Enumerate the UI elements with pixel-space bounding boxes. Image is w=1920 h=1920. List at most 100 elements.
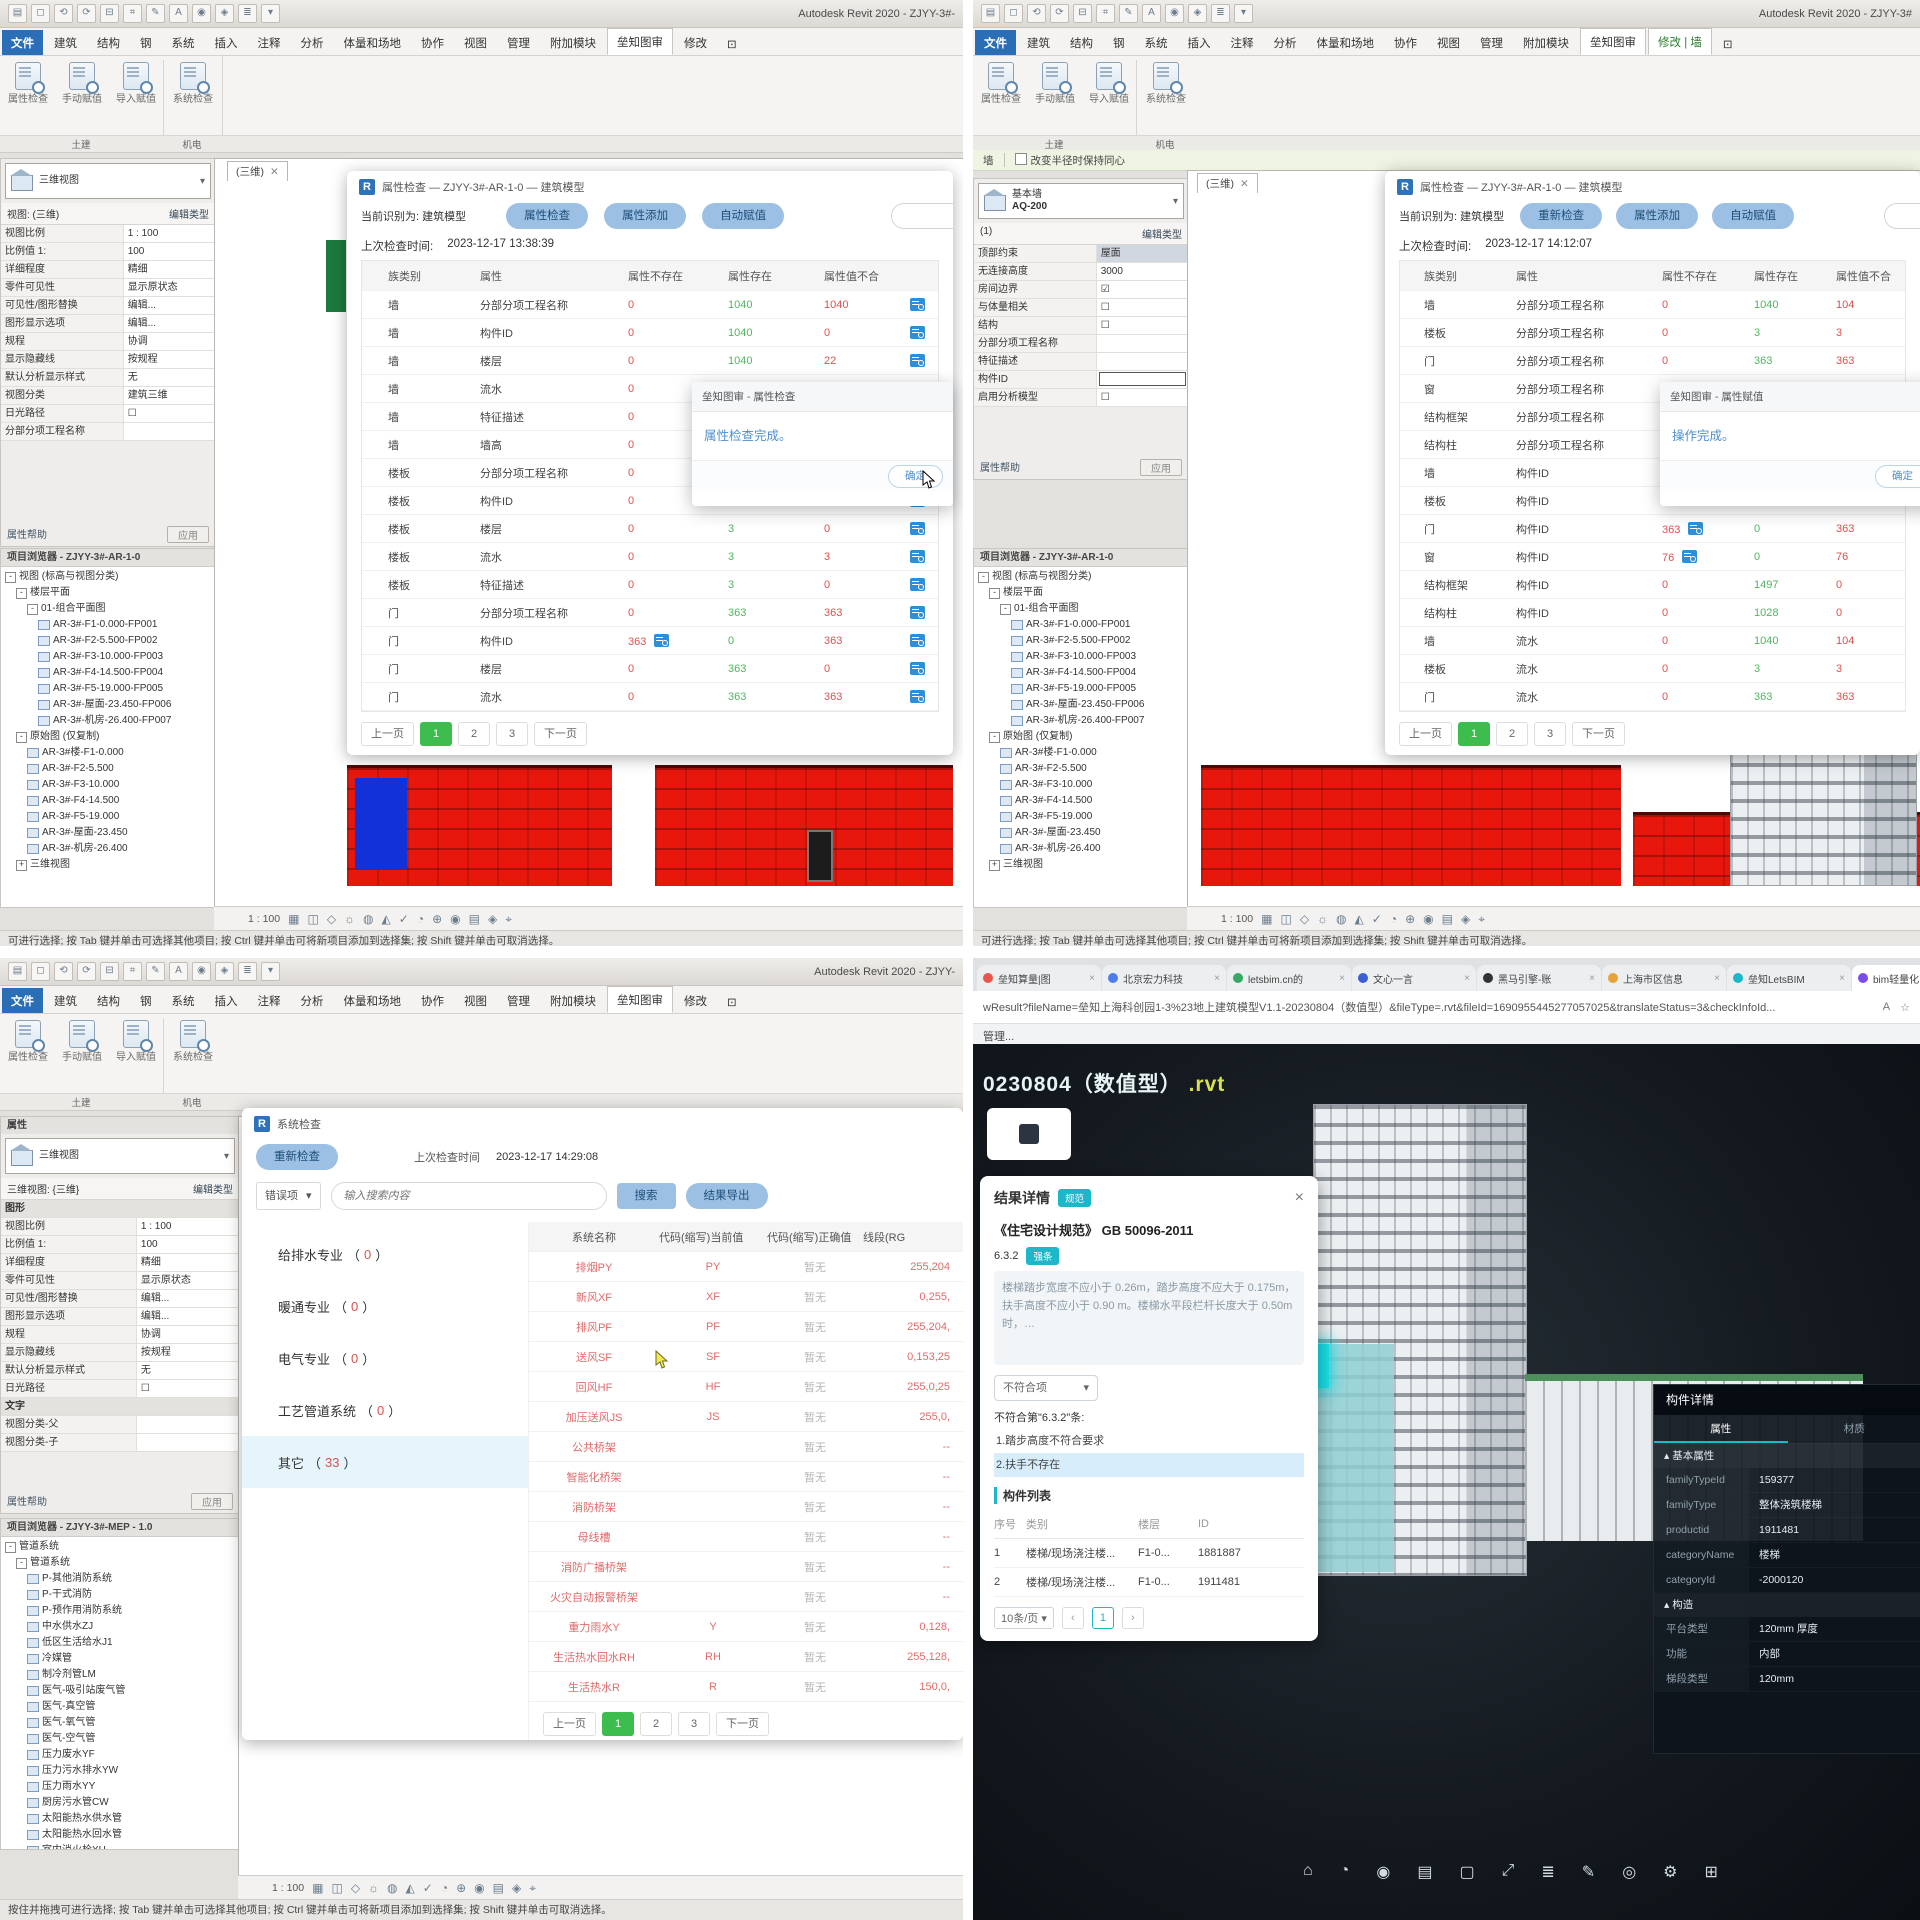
- qat-icon[interactable]: ✎: [146, 962, 165, 981]
- tree-item[interactable]: - 楼层平面: [1, 585, 215, 601]
- markup-icon[interactable]: ✎: [1582, 1862, 1595, 1882]
- qat-icon[interactable]: ▤: [981, 4, 1000, 23]
- view-control-icon[interactable]: ◈: [512, 1881, 521, 1896]
- qat-icon[interactable]: ⟲: [54, 4, 73, 23]
- property-row[interactable]: 启用分析模型 ☐: [974, 389, 1188, 407]
- tree-item[interactable]: AR-3#-机房-26.400: [974, 841, 1188, 857]
- view-control-icon[interactable]: ◍: [1336, 912, 1346, 927]
- property-row[interactable]: 可见性/图形替换 编辑...: [1, 297, 215, 315]
- table-row[interactable]: 回风HF HF 暂无 255,0,25: [529, 1372, 963, 1402]
- property-row[interactable]: 日光路径 ☐: [1, 1380, 239, 1398]
- view-tab[interactable]: (三维) ✕: [227, 161, 288, 181]
- tree-item[interactable]: AR-3#-F4-14.500: [1, 793, 215, 809]
- property-check-button[interactable]: 属性检查: [2, 1018, 54, 1064]
- view-scale[interactable]: 1 : 100: [1221, 913, 1253, 925]
- table-row[interactable]: 门 构件ID 363 0 363: [1400, 515, 1905, 543]
- property-check-button[interactable]: 属性检查: [2, 60, 54, 106]
- tree-item[interactable]: 医气-空气管: [1, 1731, 239, 1747]
- properties-help-link[interactable]: 属性帮助: [980, 459, 1020, 476]
- property-value[interactable]: 显示原状态: [137, 1272, 239, 1289]
- table-row[interactable]: 楼板 分部分项工程名称 0 3 3: [1400, 319, 1905, 347]
- ribbon-tab[interactable]: 协作: [412, 30, 453, 55]
- qat-icon[interactable]: ≣: [238, 4, 257, 23]
- tree-item[interactable]: AR-3#楼-F1-0.000: [1, 745, 215, 761]
- property-row[interactable]: 视图分类-子: [1, 1434, 239, 1452]
- view-control-icon[interactable]: ◉: [450, 912, 460, 927]
- detail-icon[interactable]: [910, 606, 925, 619]
- property-value[interactable]: 100: [124, 243, 215, 260]
- tab-close-icon[interactable]: ×: [1089, 973, 1095, 984]
- qat-icon[interactable]: ▤: [8, 962, 27, 981]
- fail-item[interactable]: 1.踏步高度不符合要求: [994, 1429, 1304, 1453]
- tree-item[interactable]: 冷媒管: [1, 1651, 239, 1667]
- ribbon-tab[interactable]: 体量和场地: [335, 988, 411, 1013]
- tree-expander-icon[interactable]: -: [16, 588, 27, 599]
- list-icon[interactable]: ≣: [1541, 1862, 1554, 1882]
- view-control-icon[interactable]: ☼: [368, 1881, 379, 1896]
- tab-close-icon[interactable]: ×: [1589, 973, 1595, 984]
- property-value[interactable]: 1 : 100: [137, 1218, 239, 1235]
- property-value[interactable]: ☐: [1097, 389, 1188, 406]
- tab-close-icon[interactable]: ×: [1214, 973, 1220, 984]
- tree-item[interactable]: AR-3#-F3-10.000: [1, 777, 215, 793]
- property-value[interactable]: 精细: [137, 1254, 239, 1271]
- property-row[interactable]: 比例值 1: 100: [1, 1236, 239, 1254]
- view-tab[interactable]: (三维) ✕: [1197, 173, 1258, 193]
- locate-icon[interactable]: ◎: [1622, 1862, 1636, 1882]
- page-button[interactable]: 上一页: [543, 1712, 596, 1736]
- tree-item[interactable]: 室内消火栓XH: [1, 1843, 239, 1849]
- property-row[interactable]: 图形: [1, 1200, 239, 1218]
- property-value[interactable]: [137, 1416, 239, 1433]
- page-button[interactable]: 3: [1534, 722, 1566, 746]
- browser-tab[interactable]: letsbim.cn的 ×: [1227, 965, 1351, 991]
- property-row[interactable]: 零件可见性 显示原状态: [1, 1272, 239, 1290]
- table-row[interactable]: 门 楼层 0 363 0: [362, 655, 938, 683]
- manual-assign-button[interactable]: 手动赋值: [56, 60, 108, 106]
- view-control-icon[interactable]: ✓: [1372, 912, 1382, 927]
- ribbon-tab[interactable]: 垒知图审: [607, 28, 673, 55]
- tree-item[interactable]: AR-3#-F3-10.000: [974, 777, 1188, 793]
- page-button[interactable]: 3: [496, 722, 528, 746]
- table-row[interactable]: 智能化桥架 暂无 --: [529, 1462, 963, 1492]
- property-value[interactable]: [1097, 353, 1188, 370]
- model-thumbnail-card[interactable]: [987, 1108, 1071, 1160]
- property-value[interactable]: 编辑...: [137, 1308, 239, 1325]
- tree-item[interactable]: 厨房污水管CW: [1, 1795, 239, 1811]
- ribbon-tab[interactable]: 插入: [206, 988, 247, 1013]
- ribbon-tab[interactable]: 视图: [455, 30, 496, 55]
- tab-close-icon[interactable]: ×: [1839, 973, 1845, 984]
- qat-icon[interactable]: ≣: [1211, 4, 1230, 23]
- property-value[interactable]: 编辑...: [124, 297, 215, 314]
- qat-icon[interactable]: ⊟: [1073, 4, 1092, 23]
- property-row[interactable]: 特征描述: [974, 353, 1188, 371]
- view-control-icon[interactable]: ◫: [1280, 912, 1291, 927]
- qat-icon[interactable]: A: [169, 962, 188, 981]
- tree-expander-icon[interactable]: -: [5, 1542, 16, 1553]
- property-row[interactable]: 显示隐藏线 按规程: [1, 1344, 239, 1362]
- qat-icon[interactable]: ≣: [238, 962, 257, 981]
- detail-icon[interactable]: [910, 578, 925, 591]
- table-row[interactable]: 窗 构件ID 76 0 76: [1400, 543, 1905, 571]
- drawing-elevation-red[interactable]: [1201, 765, 1621, 886]
- prev-page-button[interactable]: ‹: [1062, 1607, 1084, 1629]
- property-value[interactable]: 协调: [137, 1326, 239, 1343]
- tree-item[interactable]: 压力雨水YY: [1, 1779, 239, 1795]
- ribbon-tab[interactable]: 系统: [163, 988, 204, 1013]
- detail-icon[interactable]: [654, 634, 669, 647]
- component-row[interactable]: 1 楼梯/现场浇注楼... F1-0... 1881887: [994, 1539, 1304, 1568]
- browser-tab[interactable]: 垒知算量|图 ×: [977, 965, 1101, 991]
- grid-icon[interactable]: ⊞: [1705, 1862, 1718, 1882]
- tree-expander-icon[interactable]: -: [989, 732, 1000, 743]
- browser-tab[interactable]: 北京宏力科技 ×: [1102, 965, 1226, 991]
- property-row[interactable]: 图形显示选项 编辑...: [1, 1308, 239, 1326]
- ribbon-tab[interactable]: 修改 | 墙: [1648, 28, 1712, 55]
- tree-item[interactable]: AR-3#楼-F1-0.000: [974, 745, 1188, 761]
- page-size-select[interactable]: 10条/页 ▾: [994, 1607, 1054, 1629]
- tree-expander-icon[interactable]: -: [16, 732, 27, 743]
- table-row[interactable]: 门 流水 0 363 363: [1400, 683, 1905, 711]
- property-value[interactable]: 建筑三维: [124, 387, 215, 404]
- view-control-icon[interactable]: ◇: [327, 912, 336, 927]
- browser-tab[interactable]: 垒知LetsBIM ×: [1727, 965, 1851, 991]
- ribbon-tab[interactable]: 结构: [1061, 30, 1102, 55]
- tab-close-icon[interactable]: ×: [1714, 973, 1720, 984]
